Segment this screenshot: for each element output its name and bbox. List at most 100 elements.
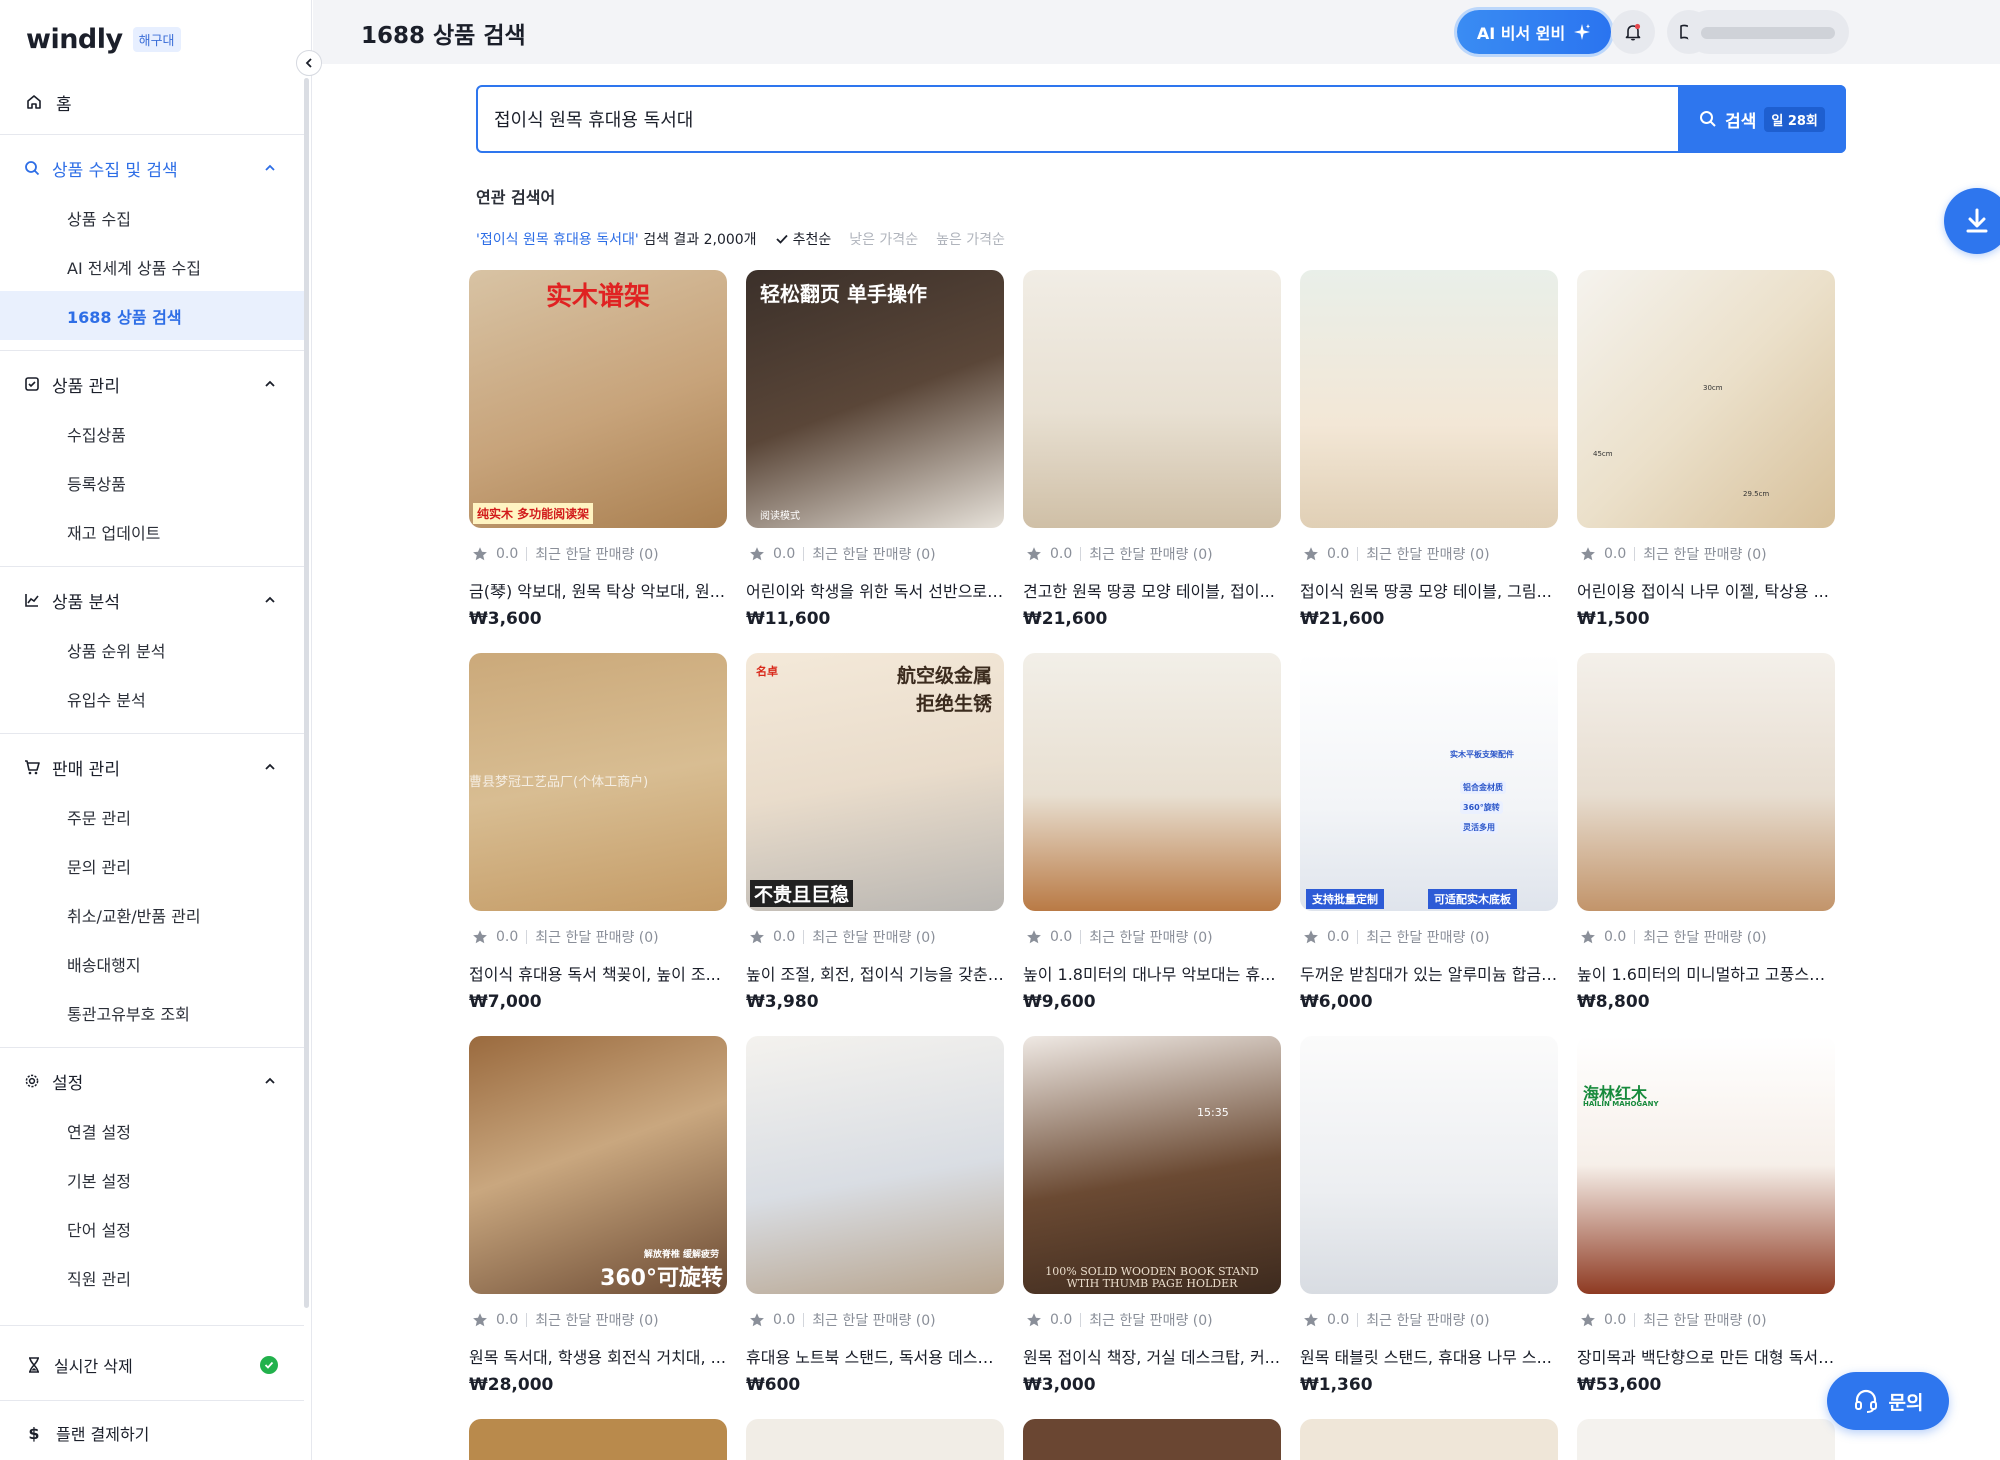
- product-title[interactable]: 원목 태블릿 스탠드, 휴대용 나무 스...: [1300, 1344, 1558, 1368]
- sidebar-item-stock-update[interactable]: 재고 업데이트: [0, 507, 304, 556]
- product-title[interactable]: 원목 독서대, 학생용 회전식 거치대, ...: [469, 1344, 727, 1368]
- sidebar-item-order-management[interactable]: 주문 관리: [0, 792, 304, 841]
- sidebar-item-connection-settings[interactable]: 연결 설정: [0, 1106, 304, 1155]
- sidebar-item-inquiry-management[interactable]: 문의 관리: [0, 841, 304, 890]
- product-image[interactable]: [1300, 1036, 1558, 1294]
- product-title[interactable]: 높이 조절, 회전, 접이식 기능을 갖춘 ...: [746, 961, 1004, 985]
- product-meta: 0.0 최근 한달 판매량 (0): [1026, 544, 1213, 564]
- line-chart-icon: [24, 592, 40, 608]
- product-image[interactable]: [1023, 1419, 1281, 1460]
- product-image[interactable]: [1300, 270, 1558, 528]
- sidebar-item-staff-management[interactable]: 직원 관리: [0, 1253, 304, 1302]
- product-card[interactable]: 0.0 최근 한달 판매량 (0) 견고한 원목 땅콩 모양 테이블, 접이... ₩…: [1023, 270, 1281, 653]
- product-card[interactable]: 轻松翻页 单手操作 阅读模式 0.0 최근 한달 판매량 (0) 어린이와 학생을 위한…: [746, 270, 1004, 653]
- product-card[interactable]: 实木谱架 纯实木 多功能阅读架 0.0 최근 한달 판매량 (0) 금(琴) 악보대, …: [469, 270, 727, 653]
- product-meta: 0.0 최근 한달 판매량 (0): [1026, 1310, 1213, 1330]
- product-title[interactable]: 금(琴) 악보대, 원목 탁상 악보대, 원...: [469, 578, 727, 602]
- product-title[interactable]: 견고한 원목 땅콩 모양 테이블, 접이...: [1023, 578, 1281, 602]
- sidebar-item-customs-code[interactable]: 통관고유부호 조회: [0, 988, 304, 1037]
- sidebar-item-basic-settings[interactable]: 기본 설정: [0, 1155, 304, 1204]
- product-image[interactable]: [1023, 653, 1281, 911]
- product-card[interactable]: 支持批量定制 可适配实木底板 实木平板支架配件 铝合金材质 360°旋转 灵活多用 0.0 최…: [1300, 653, 1558, 1036]
- sidebar-group-settings[interactable]: 설정: [0, 1056, 304, 1106]
- product-title[interactable]: 원목 접이식 책장, 거실 데스크탑, 커...: [1023, 1344, 1281, 1368]
- hourglass-icon: [26, 1357, 42, 1373]
- product-card[interactable]: 100% SOLID WOODEN BOOK STAND WTIH THUMB P…: [1023, 1036, 1281, 1419]
- profile-menu[interactable]: [1687, 10, 1849, 54]
- sidebar-group-product-analysis[interactable]: 상품 분석: [0, 575, 304, 625]
- product-title[interactable]: 접이식 원목 땅콩 모양 테이블, 그림...: [1300, 578, 1558, 602]
- search-input[interactable]: [494, 105, 1644, 133]
- product-image[interactable]: 360°可旋转 解放脊椎 缓解疲劳: [469, 1036, 727, 1294]
- product-image[interactable]: [746, 1419, 1004, 1460]
- sidebar-item-collected-products[interactable]: 수집상품: [0, 409, 304, 458]
- product-card[interactable]: 0.0 최근 한달 판매량 (0) 높이 1.6미터의 미니멀하고 고풍스러... ₩…: [1577, 653, 1835, 1036]
- product-image[interactable]: [746, 1036, 1004, 1294]
- product-image[interactable]: [469, 1419, 727, 1460]
- product-title[interactable]: 어린이와 학생을 위한 독서 선반으로,...: [746, 578, 1004, 602]
- product-price: ₩7,000: [469, 992, 542, 1012]
- sort-price-low[interactable]: 낮은 가격순: [849, 229, 918, 249]
- product-card[interactable]: 航空级金属 拒绝生锈 不贵且巨稳 名卓 0.0 최근 한달 판매량 (0) 높이 조절, 회…: [746, 653, 1004, 1036]
- sidebar-item-rank-analysis[interactable]: 상품 순위 분석: [0, 625, 304, 674]
- sidebar-scrollbar[interactable]: [304, 78, 309, 1308]
- product-title[interactable]: 높이 1.6미터의 미니멀하고 고풍스러...: [1577, 961, 1835, 985]
- product-title[interactable]: 어린이용 접이식 나무 이젤, 탁상용 ...: [1577, 578, 1835, 602]
- plan-payment[interactable]: $ 플랜 결제하기: [0, 1408, 304, 1458]
- sort-price-high[interactable]: 높은 가격순: [936, 229, 1005, 249]
- plan-payment-label: 플랜 결제하기: [56, 1425, 150, 1444]
- product-image[interactable]: [1577, 1419, 1835, 1460]
- product-image[interactable]: 支持批量定制 可适配实木底板 实木平板支架配件 铝合金材质 360°旋转 灵活多用: [1300, 653, 1558, 911]
- product-card[interactable]: 0.0 최근 한달 판매량 (0) 높이 1.8미터의 대나무 악보대는 휴... ₩…: [1023, 653, 1281, 1036]
- sidebar-item-word-settings[interactable]: 단어 설정: [0, 1204, 304, 1253]
- product-image[interactable]: 海林红木 HAILIN MAHOGANY: [1577, 1036, 1835, 1294]
- download-button[interactable]: [1944, 188, 2000, 254]
- search-button[interactable]: 검색 일 28회: [1678, 85, 1846, 153]
- product-title[interactable]: 장미목과 백단향으로 만든 대형 독서 ...: [1577, 1344, 1835, 1368]
- product-image[interactable]: [1300, 1419, 1558, 1460]
- ai-assistant-button[interactable]: AI 비서 윈비: [1457, 10, 1611, 54]
- product-image-text: 灵活多用: [1460, 821, 1498, 834]
- product-meta: 0.0 최근 한달 판매량 (0): [749, 544, 936, 564]
- product-image[interactable]: 轻松翻页 单手操作 阅读模式: [746, 270, 1004, 528]
- inquiry-chat-button[interactable]: 문의: [1827, 1372, 1949, 1430]
- product-meta: 0.0 최근 한달 판매량 (0): [1303, 1310, 1490, 1330]
- product-image[interactable]: 航空级金属 拒绝生锈 不贵且巨稳 名卓: [746, 653, 1004, 911]
- sparkle-icon: [1574, 24, 1591, 40]
- product-card[interactable]: 曹县梦冠工艺品厂(个体工商户) 0.0 최근 한달 판매량 (0) 접이식 휴대용 독…: [469, 653, 727, 1036]
- product-card[interactable]: 360°可旋转 解放脊椎 缓解疲劳 0.0 최근 한달 판매량 (0) 원목 독서대, …: [469, 1036, 727, 1419]
- sidebar-item-registered-products[interactable]: 등록상품: [0, 458, 304, 507]
- product-image[interactable]: [1023, 270, 1281, 528]
- product-card[interactable]: 0.0 최근 한달 판매량 (0) 휴대용 노트북 스탠드, 독서용 데스크... ₩…: [746, 1036, 1004, 1419]
- sidebar-item-home[interactable]: 홈: [0, 80, 304, 124]
- product-image[interactable]: 30cm 45cm 29.5cm: [1577, 270, 1835, 528]
- sidebar-item-ai-global-collect[interactable]: AI 전세계 상품 수집: [0, 242, 304, 291]
- sidebar-group-collect-search[interactable]: 상품 수집 및 검색: [0, 143, 304, 193]
- product-card[interactable]: 30cm 45cm 29.5cm 0.0 최근 한달 판매량 (0) 어린이용 접이식 나…: [1577, 270, 1835, 653]
- product-card[interactable]: 0.0 최근 한달 판매량 (0) 원목 태블릿 스탠드, 휴대용 나무 스... ₩…: [1300, 1036, 1558, 1419]
- sidebar-group-product-management[interactable]: 상품 관리: [0, 359, 304, 409]
- product-title[interactable]: 두꺼운 받침대가 있는 알루미늄 합금 ...: [1300, 961, 1558, 985]
- product-card[interactable]: 海林红木 HAILIN MAHOGANY 0.0 최근 한달 판매량 (0) 장미목과 …: [1577, 1036, 1835, 1419]
- sort-recommended[interactable]: 추천순: [775, 229, 831, 249]
- product-image[interactable]: 100% SOLID WOODEN BOOK STAND WTIH THUMB P…: [1023, 1036, 1281, 1294]
- sidebar-item-returns-management[interactable]: 취소/교환/반품 관리: [0, 890, 304, 939]
- sidebar-item-product-collect[interactable]: 상품 수집: [0, 193, 304, 242]
- product-price: ₩21,600: [1300, 609, 1385, 629]
- product-title[interactable]: 높이 1.8미터의 대나무 악보대는 휴...: [1023, 961, 1281, 985]
- product-image[interactable]: [1577, 653, 1835, 911]
- sidebar-group-sales-management[interactable]: 판매 관리: [0, 742, 304, 792]
- product-title[interactable]: 휴대용 노트북 스탠드, 독서용 데스크...: [746, 1344, 1004, 1368]
- sidebar-item-forwarder[interactable]: 배송대행지: [0, 939, 304, 988]
- sidebar-item-traffic-analysis[interactable]: 유입수 분석: [0, 674, 304, 723]
- notification-button[interactable]: [1611, 10, 1655, 54]
- product-image[interactable]: 实木谱架 纯实木 多功能阅读架: [469, 270, 727, 528]
- realtime-delete[interactable]: 실시간 삭제: [0, 1340, 304, 1390]
- realtime-delete-label: 실시간 삭제: [54, 1357, 133, 1376]
- product-card[interactable]: 0.0 최근 한달 판매량 (0) 접이식 원목 땅콩 모양 테이블, 그림... ₩…: [1300, 270, 1558, 653]
- product-image[interactable]: 曹县梦冠工艺品厂(个体工商户): [469, 653, 727, 911]
- sidebar-collapse-button[interactable]: [296, 50, 322, 76]
- logo[interactable]: windly 해구대: [26, 24, 181, 55]
- product-title[interactable]: 접이식 휴대용 독서 책꽂이, 높이 조...: [469, 961, 727, 985]
- sidebar-item-1688-search[interactable]: 1688 상품 검색: [0, 291, 304, 340]
